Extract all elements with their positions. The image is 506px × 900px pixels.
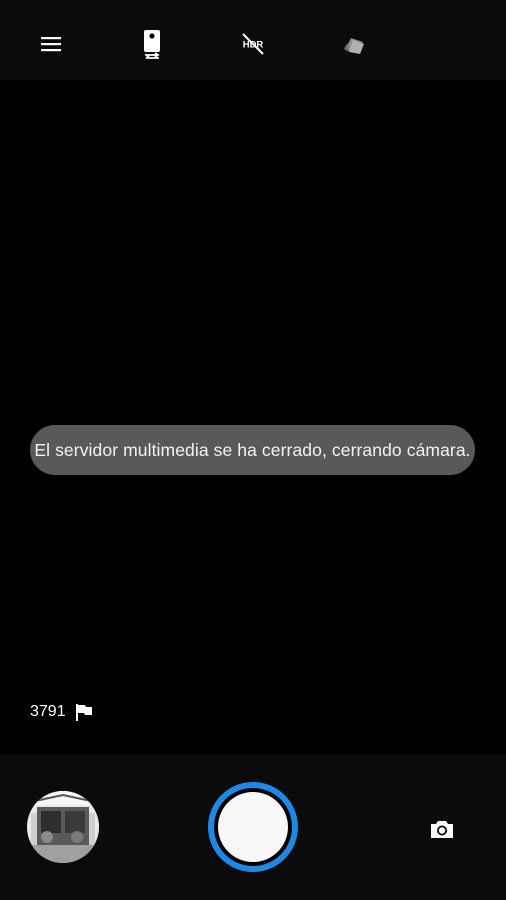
top-toolbar: HDR (0, 0, 506, 80)
photo-style-icon (344, 38, 364, 54)
hdr-toggle[interactable]: HDR (229, 20, 277, 68)
shutter-inner (218, 792, 288, 862)
camera-mode-button[interactable] (128, 20, 176, 68)
night-mode-button[interactable] (431, 20, 479, 68)
gallery-thumbnail[interactable] (27, 791, 99, 863)
remaining-photos-counter: 3791 (30, 700, 94, 724)
flag-icon (75, 704, 92, 721)
toast-message: El servidor multimedia se ha cerrado, ce… (30, 425, 475, 475)
switch-camera-button[interactable] (418, 805, 466, 853)
camera-mode-icon (144, 30, 160, 59)
toast-text: El servidor multimedia se ha cerrado, ce… (34, 439, 471, 460)
menu-icon (41, 37, 61, 52)
bottom-controls (0, 755, 506, 900)
menu-button[interactable] (27, 20, 75, 68)
shutter-button[interactable] (208, 782, 298, 872)
camera-icon (431, 821, 453, 838)
gallery-thumbnail-image (27, 791, 99, 863)
remaining-photos-count: 3791 (30, 703, 66, 720)
photo-style-button[interactable] (330, 20, 378, 68)
hdr-off-icon: HDR (242, 33, 264, 55)
viewfinder[interactable] (0, 80, 506, 755)
moon-icon (453, 33, 464, 55)
